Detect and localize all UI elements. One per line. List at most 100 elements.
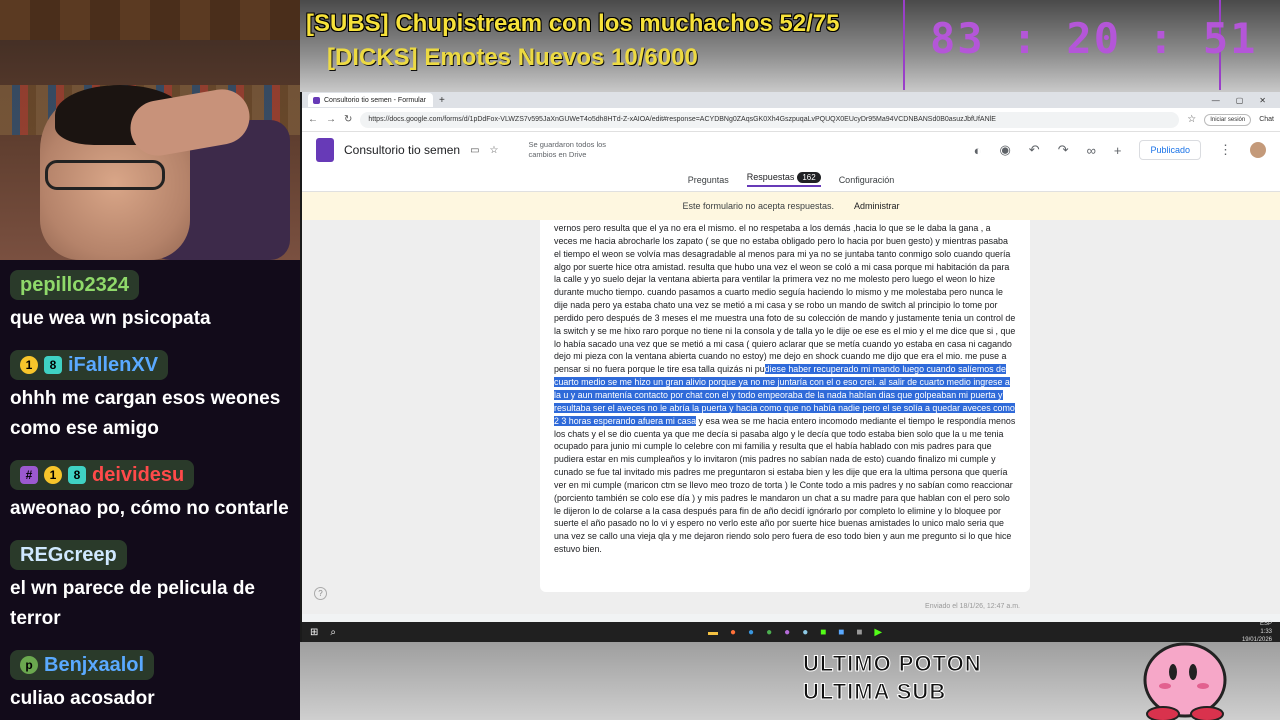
steam-icon[interactable]: ●	[802, 627, 808, 638]
palette-icon[interactable]: ◐	[974, 143, 982, 158]
add-collaborator-icon[interactable]: +	[1114, 143, 1122, 158]
browser-window: Consultorio tio semen - Formular + — ▢ ✕…	[302, 92, 1280, 622]
tab-bar: Consultorio tio semen - Formular + — ▢ ✕	[302, 92, 1280, 108]
url-input[interactable]: https://docs.google.com/forms/d/1pDdFox-…	[360, 111, 1180, 128]
minimize-icon[interactable]: —	[1212, 96, 1220, 105]
chat-username[interactable]: Benjxaalol	[44, 654, 144, 677]
chat-user-badge[interactable]: p Benjxaalol	[10, 650, 155, 680]
gift-badge-icon: 8	[68, 466, 86, 484]
ultima-sub-text: ULTIMA SUB	[803, 679, 947, 705]
overlay-title: [SUBS] Chupistream con los muchachos 52/…	[306, 10, 840, 37]
app-icon[interactable]: ■	[838, 627, 844, 638]
link-icon[interactable]: ∞	[1087, 143, 1096, 158]
bookmark-icon[interactable]: ☆	[1187, 114, 1196, 125]
response-area: vernos pero resulta que el ya no era el …	[302, 220, 1280, 614]
reload-icon[interactable]: ↻	[344, 114, 352, 125]
sub-badge-icon: 1	[44, 466, 62, 484]
new-tab-button[interactable]: +	[439, 95, 445, 106]
redo-icon[interactable]: ↷	[1058, 142, 1069, 158]
chat-message: REGcreep el wn parece de pelicula de ter…	[0, 530, 300, 640]
windows-start-icon[interactable]: ⊞	[310, 627, 318, 638]
admin-button[interactable]: Administrar	[854, 201, 900, 211]
chat-text: el wn parece de pelicula de terror	[10, 578, 255, 629]
streamer-glasses	[45, 160, 165, 190]
save-status: Se guardaron todos los cambios en Drive	[528, 140, 607, 159]
back-icon[interactable]: ←	[308, 114, 318, 125]
forms-favicon-icon	[313, 96, 320, 104]
chat-username[interactable]: REGcreep	[20, 544, 117, 567]
chrome-icon[interactable]: ●	[766, 627, 772, 638]
header-actions: ◐ ◉ ↶ ↷ ∞ + Publicado ⋮	[974, 140, 1266, 160]
chat-username[interactable]: pepillo2324	[20, 274, 129, 297]
search-icon[interactable]: ⌕	[330, 627, 336, 638]
form-tabs: Preguntas Respuestas 162 Configuración	[302, 168, 1280, 192]
forward-icon[interactable]: →	[326, 114, 336, 125]
chat-text: aweonao po, cómo no contarle	[10, 498, 289, 519]
chat-text: culiao acosador	[10, 688, 155, 709]
sub-badge-icon: 1	[20, 356, 38, 374]
webcam	[0, 0, 300, 260]
undo-icon[interactable]: ↶	[1029, 142, 1040, 158]
address-bar: ← → ↻ https://docs.google.com/forms/d/1p…	[302, 108, 1280, 132]
webcam-ceiling	[0, 0, 300, 40]
taskbar-apps: ▬ ● ● ● ● ● ■ ■ ■ ▶	[708, 627, 882, 638]
response-text-post: y esa wea se me hacia entero incomodo me…	[554, 415, 1016, 555]
tab-responses[interactable]: Respuestas 162	[746, 172, 821, 187]
forms-header: Consultorio tio semen ▭ ☆ Se guardaron t…	[302, 132, 1280, 168]
pepe-badge-icon: p	[20, 656, 38, 674]
tab-responses-label: Respuestas	[746, 172, 795, 182]
sent-timestamp: Enviado el 18/1/26, 12:47 a.m.	[925, 603, 1020, 610]
star-icon[interactable]: ☆	[490, 145, 499, 156]
publish-button[interactable]: Publicado	[1139, 140, 1201, 160]
folder-icon[interactable]: ▭	[470, 145, 479, 156]
chat-panel: pepillo2324 que wea wn psicopata 1 8 iFa…	[0, 260, 300, 720]
chat-username[interactable]: deividesu	[92, 464, 184, 487]
chat-button[interactable]: Chat	[1259, 116, 1274, 123]
browser-tab[interactable]: Consultorio tio semen - Formular	[308, 93, 433, 107]
signin-button[interactable]: Iniciar sesión	[1204, 113, 1252, 126]
window-controls: — ▢ ✕	[1212, 96, 1280, 105]
overlay-bottom-text: ULTIMO POTON ULTIMA SUB	[803, 650, 982, 706]
response-card: vernos pero resulta que el ya no era el …	[540, 220, 1030, 592]
edge-icon[interactable]: ●	[748, 627, 754, 638]
response-count-badge: 162	[797, 172, 821, 183]
app-icon-2[interactable]: ■	[856, 627, 862, 638]
forms-logo-icon[interactable]	[316, 138, 334, 162]
more-icon[interactable]: ⋮	[1219, 142, 1232, 158]
closed-banner: Este formulario no acepta respuestas. Ad…	[302, 192, 1280, 220]
tab-questions[interactable]: Preguntas	[688, 175, 729, 185]
file-explorer-icon[interactable]: ▬	[708, 627, 718, 638]
preview-icon[interactable]: ◉	[999, 142, 1010, 158]
firefox-icon[interactable]: ●	[730, 627, 736, 638]
kick-icon[interactable]: ■	[820, 627, 826, 638]
play-icon[interactable]: ▶	[874, 627, 882, 638]
ultimo-poton-text: ULTIMO POTON	[803, 651, 982, 677]
gift-badge-icon: 8	[44, 356, 62, 374]
form-title[interactable]: Consultorio tio semen	[344, 143, 460, 157]
chat-message: pepillo2324 que wea wn psicopata	[0, 260, 300, 340]
language-indicator[interactable]: ESP	[1260, 621, 1272, 627]
response-text[interactable]: vernos pero resulta que el ya no era el …	[554, 222, 1016, 556]
chat-message: # 1 8 deividesu aweonao po, cómo no cont…	[0, 450, 300, 530]
chat-message: p Benjxaalol culiao acosador	[0, 640, 300, 720]
tab-settings[interactable]: Configuración	[839, 175, 895, 185]
chat-text: que wea wn psicopata	[10, 308, 211, 329]
obs-icon[interactable]: ●	[784, 627, 790, 638]
background-bottom	[300, 642, 1280, 720]
chat-user-badge[interactable]: pepillo2324	[10, 270, 139, 300]
avatar[interactable]	[1250, 142, 1266, 158]
close-icon[interactable]: ✕	[1259, 96, 1266, 105]
tray: ESP 1:33 19/01/2026	[1242, 620, 1272, 644]
chat-username[interactable]: iFallenXV	[68, 354, 158, 377]
help-icon[interactable]: ?	[314, 587, 327, 600]
chat-message: 1 8 iFallenXV ohhh me cargan esos weones…	[0, 340, 300, 450]
chat-text: ohhh me cargan esos weones como ese amig…	[10, 388, 281, 439]
overlay-subtitle: [DICKS] Emotes Nuevos 10/6000	[327, 44, 698, 71]
chat-user-badge[interactable]: # 1 8 deividesu	[10, 460, 195, 490]
chat-user-badge[interactable]: REGcreep	[10, 540, 127, 570]
countdown-timer: 83 : 20 : 51	[930, 14, 1258, 63]
maximize-icon[interactable]: ▢	[1236, 96, 1244, 105]
response-text-pre: vernos pero resulta que el ya no era el …	[554, 223, 1016, 375]
chat-user-badge[interactable]: 1 8 iFallenXV	[10, 350, 169, 380]
windows-taskbar: ⊞ ⌕ ▬ ● ● ● ● ● ■ ■ ■ ▶ ESP 1:33 19/01/2…	[302, 620, 1280, 644]
